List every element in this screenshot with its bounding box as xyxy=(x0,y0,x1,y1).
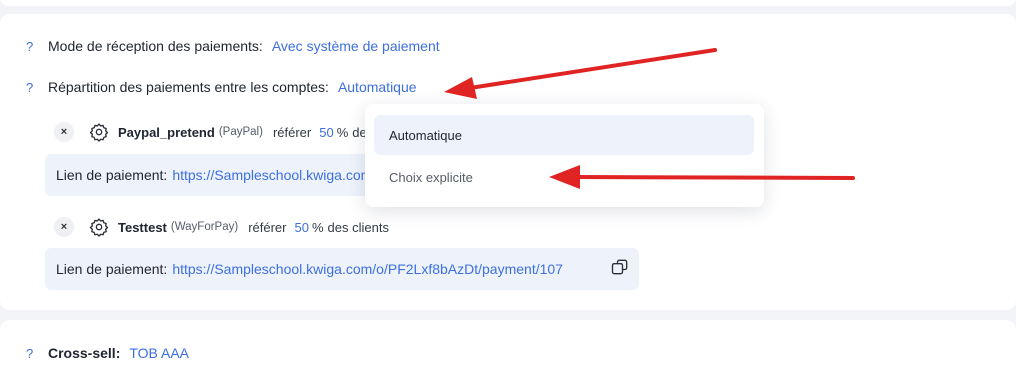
distribution-label: Répartition des paiements entre les comp… xyxy=(48,79,329,95)
reception-mode-value[interactable]: Avec système de paiement xyxy=(272,38,440,54)
account-type: (WayForPay) xyxy=(170,221,239,233)
gear-icon[interactable] xyxy=(89,217,109,237)
account-row-paypal: × Paypal_pretend (PayPal) référer 50 % d… xyxy=(54,121,414,143)
distribution-dropdown-menu: Automatique Choix explicite xyxy=(365,104,764,207)
percent-value[interactable]: 50 xyxy=(319,125,333,140)
dropdown-option-automatique[interactable]: Automatique xyxy=(374,115,754,155)
percent-value[interactable]: 50 xyxy=(295,220,309,235)
payment-link-url[interactable]: https://Sampleschool.kwiga.com/o/PF2Lxf8… xyxy=(172,261,563,277)
refer-label: référer xyxy=(272,124,312,140)
help-icon[interactable]: ? xyxy=(26,80,48,95)
dropdown-option-choix-explicite[interactable]: Choix explicite xyxy=(374,157,754,197)
reception-mode-label: Mode de réception des paiements: xyxy=(48,38,263,54)
account-name: Testtest xyxy=(118,219,167,235)
account-row-wayforpay: × Testtest (WayForPay) référer 50 % des … xyxy=(54,216,389,238)
payment-link-label: Lien de paiement: xyxy=(56,167,168,183)
cross-sell-value[interactable]: TOB AAA xyxy=(129,345,189,361)
previous-card xyxy=(0,0,1016,6)
copy-icon[interactable] xyxy=(610,257,630,277)
payment-link-box: Lien de paiement: https://Sampleschool.k… xyxy=(45,248,639,290)
help-icon[interactable]: ? xyxy=(26,39,48,54)
gear-icon[interactable] xyxy=(89,122,109,142)
distribution-dropdown-trigger[interactable]: Automatique xyxy=(338,79,417,95)
distribution-row: ? Répartition des paiements entre les co… xyxy=(26,78,417,96)
refer-label: référer xyxy=(248,219,287,235)
reception-mode-row: ? Mode de réception des paiements: Avec … xyxy=(26,37,440,55)
clients-label: des clients xyxy=(327,219,389,235)
account-type: (PayPal) xyxy=(218,126,263,138)
help-icon[interactable]: ? xyxy=(26,346,48,361)
percent-unit: % xyxy=(311,219,324,235)
account-name: Paypal_pretend xyxy=(118,124,215,140)
percent-unit: % xyxy=(336,124,349,140)
cross-sell-row: ? Cross-sell: TOB AAA xyxy=(26,344,189,362)
remove-account-button[interactable]: × xyxy=(54,217,74,237)
remove-account-button[interactable]: × xyxy=(54,122,74,142)
payment-link-label: Lien de paiement: xyxy=(56,261,168,277)
cross-sell-label: Cross-sell: xyxy=(48,345,121,361)
